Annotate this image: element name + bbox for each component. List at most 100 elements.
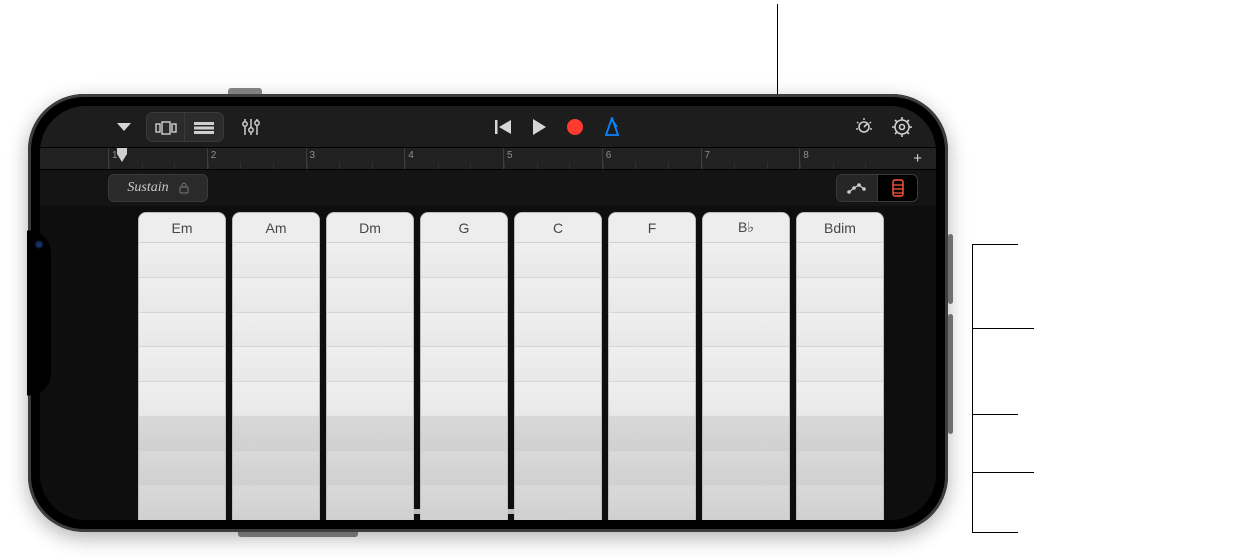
ruler-bar[interactable]: 5 (503, 148, 602, 169)
ruler-bar[interactable]: 1 (108, 148, 207, 169)
chord-bass-segment[interactable] (421, 452, 507, 487)
chord-segment[interactable] (233, 347, 319, 382)
chord-segment[interactable] (327, 243, 413, 278)
chord-segment[interactable] (515, 382, 601, 417)
chord-segment[interactable] (233, 278, 319, 313)
ruler-bar-label: 5 (507, 150, 513, 161)
chord-bass-segment[interactable] (233, 452, 319, 487)
chord-segment[interactable] (327, 313, 413, 348)
chord-bass-segment[interactable] (327, 486, 413, 520)
home-indicator (408, 509, 568, 514)
chord-bass-segment[interactable] (609, 417, 695, 452)
chord-segment[interactable] (609, 347, 695, 382)
chord-strips-mode-button[interactable] (877, 175, 917, 201)
chord-bass-segment[interactable] (233, 486, 319, 520)
chord-strip[interactable]: C (514, 212, 602, 520)
chord-segment[interactable] (609, 243, 695, 278)
chord-segment[interactable] (797, 243, 883, 278)
browser-view-button[interactable] (147, 113, 185, 142)
chord-segment[interactable] (515, 313, 601, 348)
chord-bass-segment[interactable] (139, 486, 225, 520)
chevron-down-button[interactable] (108, 112, 140, 142)
chord-segment[interactable] (327, 278, 413, 313)
sustain-toggle[interactable]: Sustain (108, 174, 208, 202)
chord-bass-segment[interactable] (797, 486, 883, 520)
chord-segment[interactable] (421, 278, 507, 313)
chord-segment[interactable] (703, 382, 789, 417)
add-section-button[interactable]: + (913, 150, 922, 167)
chord-label: Am (233, 213, 319, 243)
chord-segment[interactable] (421, 243, 507, 278)
chord-segment[interactable] (327, 347, 413, 382)
chord-segment[interactable] (703, 243, 789, 278)
chord-segment[interactable] (515, 347, 601, 382)
chord-segment[interactable] (421, 382, 507, 417)
chord-bass-segment[interactable] (139, 417, 225, 452)
sound-browser-button[interactable] (848, 112, 880, 142)
chord-segment[interactable] (703, 313, 789, 348)
chord-bass-segment[interactable] (703, 417, 789, 452)
arpeggiator-mode-button[interactable] (837, 175, 877, 201)
chord-segment[interactable] (139, 347, 225, 382)
ruler-bar[interactable]: 8 (799, 148, 898, 169)
chord-bass-segment[interactable] (797, 417, 883, 452)
previous-button[interactable] (488, 112, 518, 142)
chord-segment[interactable] (233, 313, 319, 348)
chord-segment[interactable] (797, 382, 883, 417)
chord-segment[interactable] (139, 382, 225, 417)
chord-strip[interactable]: Em (138, 212, 226, 520)
chord-bass-segment[interactable] (327, 417, 413, 452)
ruler-bar[interactable]: 4 (404, 148, 503, 169)
chord-bass-segment[interactable] (609, 452, 695, 487)
play-button[interactable] (524, 112, 554, 142)
chord-segment[interactable] (797, 313, 883, 348)
chord-bass-segment[interactable] (515, 452, 601, 487)
chord-segment[interactable] (515, 278, 601, 313)
chord-segment[interactable] (797, 278, 883, 313)
chord-segment[interactable] (327, 382, 413, 417)
chord-bass-segment[interactable] (233, 417, 319, 452)
chord-bass-segment[interactable] (515, 486, 601, 520)
chord-segment[interactable] (139, 313, 225, 348)
chord-segment[interactable] (233, 243, 319, 278)
chord-strip[interactable]: B♭ (702, 212, 790, 520)
mixer-button[interactable] (234, 112, 268, 142)
chord-bass-segment[interactable] (421, 486, 507, 520)
chord-bass-segment[interactable] (515, 417, 601, 452)
metronome-button[interactable] (596, 112, 628, 142)
chord-segment[interactable] (233, 382, 319, 417)
chord-bass-segment[interactable] (421, 417, 507, 452)
chord-segment[interactable] (421, 313, 507, 348)
tracks-view-button[interactable] (185, 113, 223, 142)
chord-segment[interactable] (139, 278, 225, 313)
ruler-bar[interactable]: 6 (602, 148, 701, 169)
app-screen: 12345 678 + Sustain (40, 106, 936, 520)
chord-segment[interactable] (703, 347, 789, 382)
chord-bass-segment[interactable] (703, 486, 789, 520)
timeline-ruler[interactable]: 12345 678 + (40, 148, 936, 170)
gear-icon (892, 117, 912, 137)
chord-bass-segment[interactable] (327, 452, 413, 487)
chord-bass-segment[interactable] (797, 452, 883, 487)
chord-bass-segment[interactable] (609, 486, 695, 520)
chord-segment[interactable] (703, 278, 789, 313)
chord-segment[interactable] (609, 313, 695, 348)
chord-segment[interactable] (515, 243, 601, 278)
chord-bass-segment[interactable] (703, 452, 789, 487)
chord-strip[interactable]: Dm (326, 212, 414, 520)
chord-strip[interactable]: F (608, 212, 696, 520)
ruler-bar[interactable]: 2 (207, 148, 306, 169)
record-button[interactable] (560, 112, 590, 142)
ruler-bar[interactable]: 3 (306, 148, 405, 169)
chord-segment[interactable] (609, 278, 695, 313)
chord-strip[interactable]: Bdim (796, 212, 884, 520)
ruler-bar[interactable]: 7 (701, 148, 800, 169)
chord-segment[interactable] (139, 243, 225, 278)
chord-segment[interactable] (797, 347, 883, 382)
chord-strip[interactable]: Am (232, 212, 320, 520)
chord-bass-segment[interactable] (139, 452, 225, 487)
settings-button[interactable] (886, 112, 918, 142)
chord-segment[interactable] (609, 382, 695, 417)
chord-segment[interactable] (421, 347, 507, 382)
chord-strip[interactable]: G (420, 212, 508, 520)
